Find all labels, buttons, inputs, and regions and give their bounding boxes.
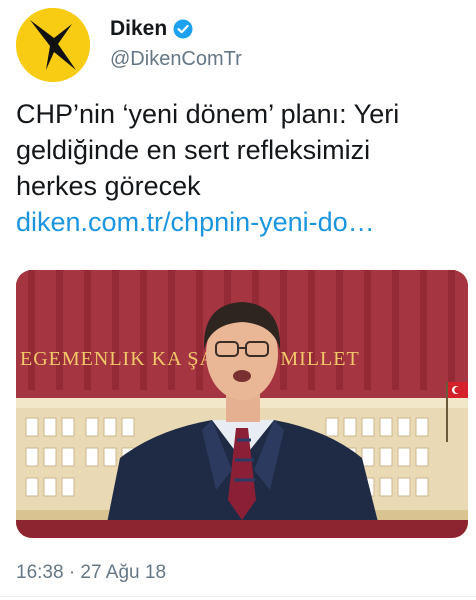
name-row: Diken bbox=[110, 17, 193, 41]
tweet-line: herkes görecek bbox=[16, 171, 201, 201]
verified-badge-icon bbox=[173, 19, 193, 39]
tweet-line: geldiğinde en sert refleksimizi bbox=[16, 135, 371, 165]
tweet-text: CHP’nin ‘yeni dönem’ planı: Yeri geldiği… bbox=[16, 96, 468, 240]
display-name[interactable]: Diken bbox=[110, 17, 167, 41]
tweet-line: CHP’nin ‘yeni dönem’ planı: Yeri bbox=[16, 99, 400, 129]
banner-text: EGEMENLIK KA ŞARTSIZ MILLET bbox=[20, 348, 360, 370]
avatar[interactable] bbox=[16, 8, 90, 82]
diken-logo-icon bbox=[16, 8, 90, 82]
divider bbox=[0, 596, 476, 597]
tweet-link[interactable]: diken.com.tr/chpnin-yeni-do… bbox=[16, 204, 468, 240]
handle[interactable]: @DikenComTr bbox=[110, 48, 242, 71]
tweet-timestamp[interactable]: 16:38 · 27 Ağu 18 bbox=[16, 562, 166, 584]
media-image[interactable]: EGEMENLIK KA ŞARTSIZ MILLET bbox=[16, 270, 468, 538]
